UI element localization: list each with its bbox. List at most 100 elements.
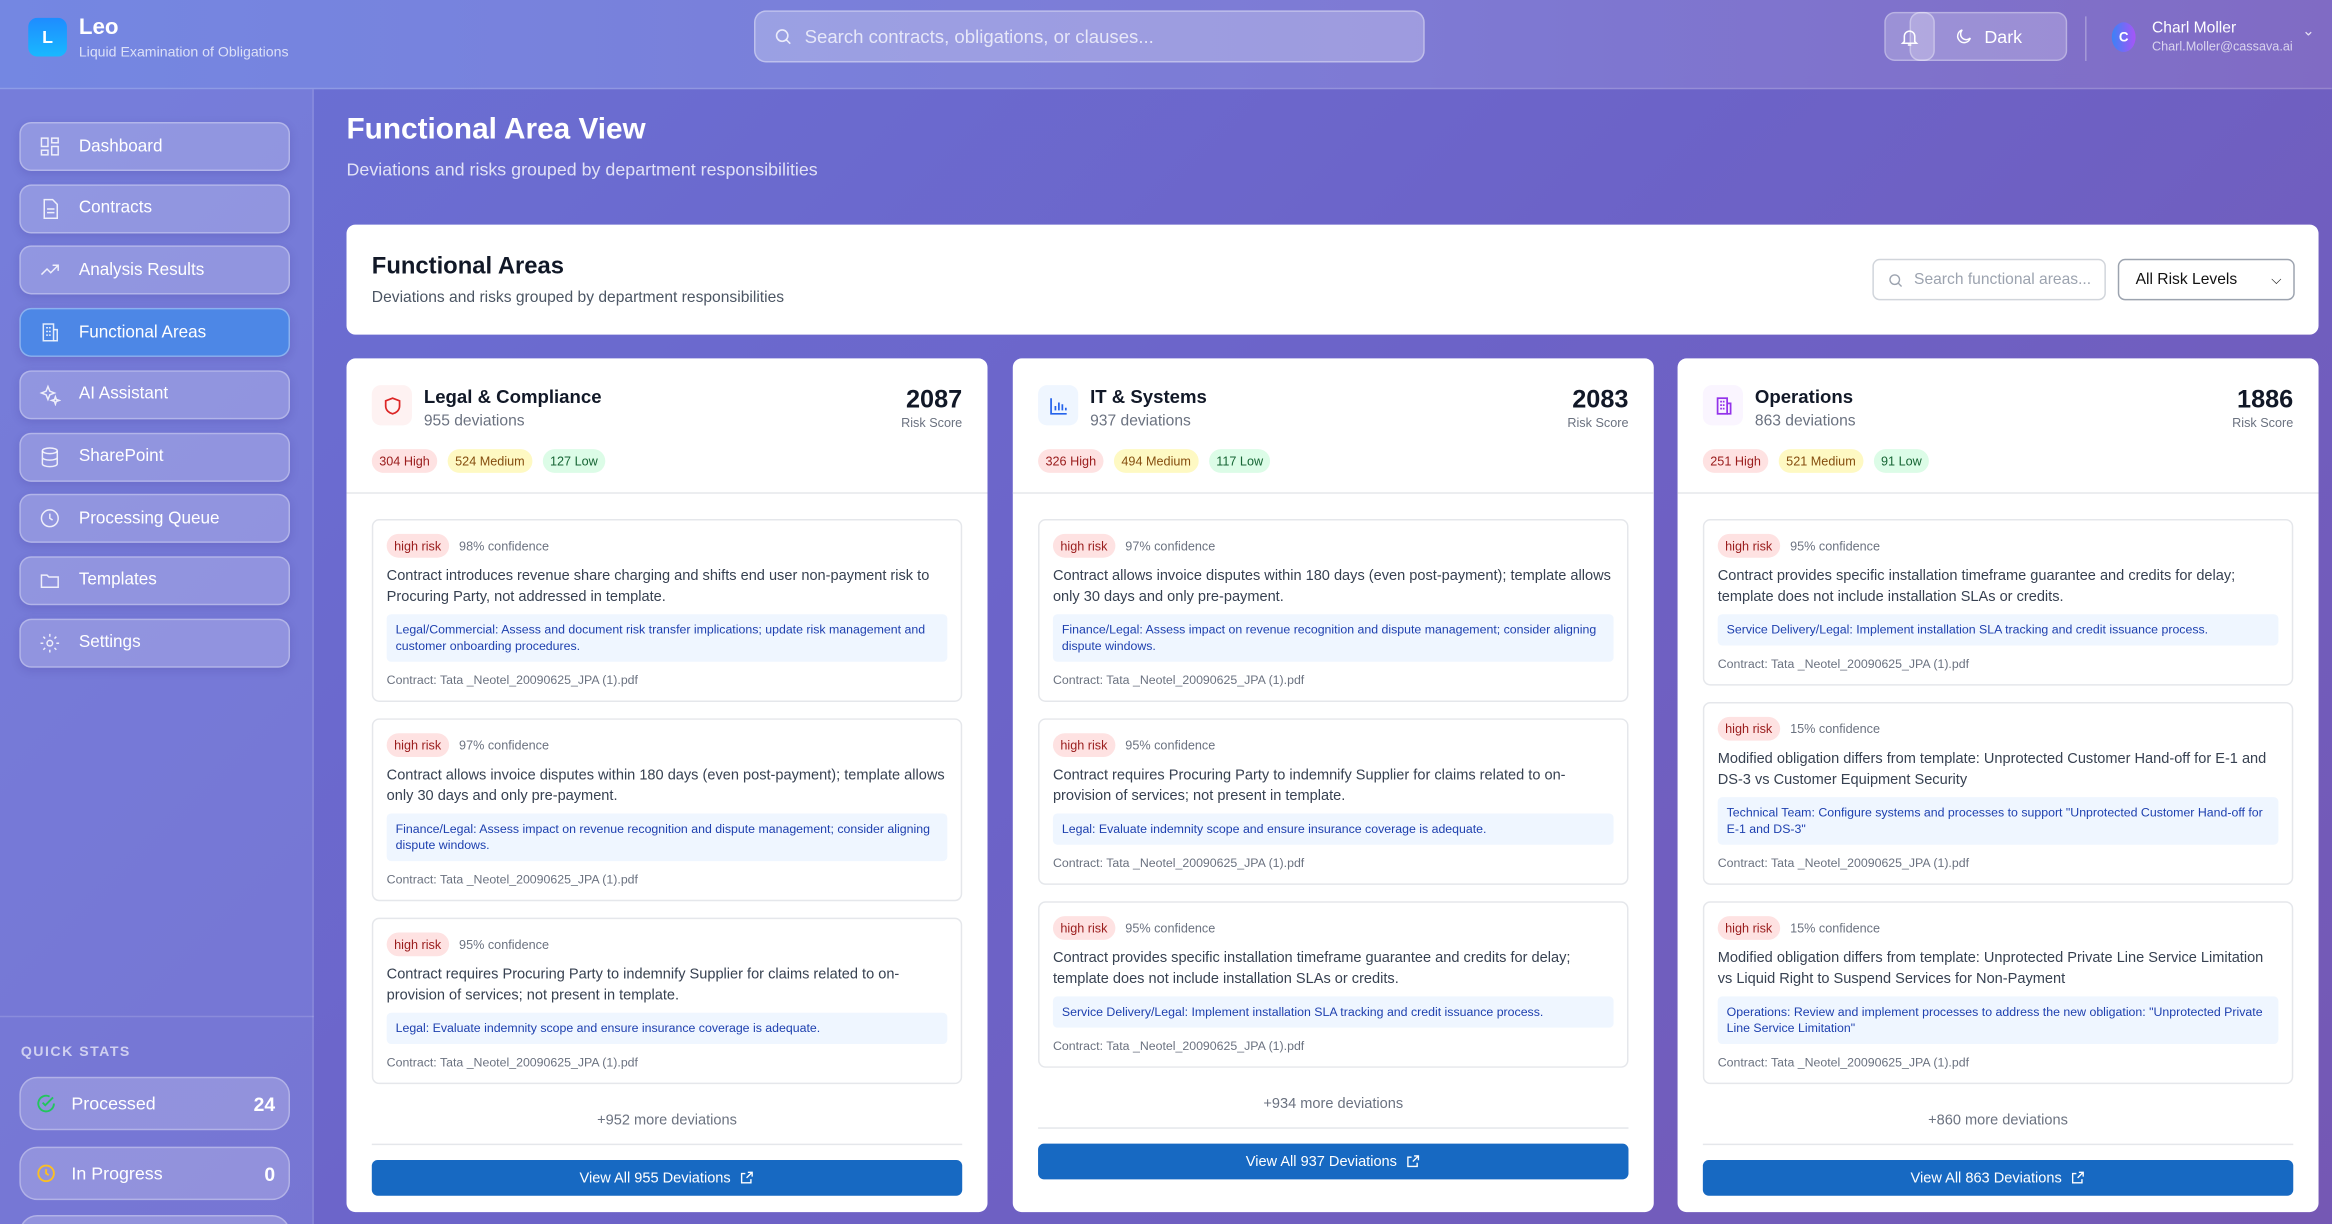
- app-subtitle: Liquid Examination of Obligations: [78, 44, 289, 61]
- page-subtitle: Deviations and risks grouped by departme…: [346, 159, 818, 180]
- stat-label: Processed: [71, 1093, 156, 1114]
- shield-icon: [384, 396, 400, 414]
- theme-toggle-button[interactable]: Dark: [1909, 11, 2068, 61]
- risk-level-tag: high risk: [386, 533, 449, 558]
- stat-value: 0: [264, 1162, 276, 1185]
- moon-icon: [1957, 29, 1972, 44]
- sidebar: Dashboard Contracts Analysis Results Fun…: [0, 89, 314, 1224]
- deviation-item[interactable]: high risk 95% confidence Contract provides…: [1038, 901, 1629, 1068]
- risk-score: 1886: [2237, 385, 2294, 414]
- clock-icon: [37, 1164, 55, 1183]
- area-deviation-count: 863 deviations: [1754, 411, 1856, 430]
- recommended-action: Service Delivery/Legal: Implement instal…: [1717, 614, 2279, 646]
- sidebar-divider: [0, 1015, 314, 1018]
- sidebar-item-label: Contracts: [78, 199, 153, 218]
- view-all-deviations-button[interactable]: View All 955 Deviations: [371, 1160, 963, 1196]
- view-all-deviations-button[interactable]: View All 937 Deviations: [1038, 1143, 1629, 1180]
- stat-processed: Processed 24: [19, 1076, 291, 1131]
- sidebar-item-contracts[interactable]: Contracts: [19, 183, 291, 234]
- dashboard-icon: [40, 137, 59, 156]
- deviation-list: high risk 95% confidence Contract provides…: [1678, 494, 2319, 1085]
- high-count-badge: 326 High: [1038, 449, 1104, 473]
- more-deviations-text: +860 more deviations: [1702, 1101, 2294, 1146]
- area-name: Legal & Compliance: [423, 386, 602, 408]
- deviation-item[interactable]: high risk 97% confidence Contract allows i…: [371, 718, 963, 902]
- global-search-input[interactable]: Search contracts, obligations, or clause…: [754, 10, 1425, 63]
- chevron-down-icon[interactable]: ⌄: [2302, 24, 2314, 40]
- sidebar-item-templates[interactable]: Templates: [19, 556, 291, 606]
- sidebar-item-label: Analysis Results: [78, 261, 205, 280]
- risk-level-tag: high risk: [1717, 533, 1780, 558]
- risk-score-label: Risk Score: [901, 414, 963, 430]
- risk-score: 2087: [905, 385, 963, 414]
- sidebar-item-sharepoint[interactable]: SharePoint: [19, 432, 291, 482]
- functional-area-card: IT & Systems 937 deviations 2083 Risk Sc…: [1012, 358, 1654, 1213]
- page-title: Functional Area View: [346, 113, 646, 146]
- deviation-list: high risk 97% confidence Contract allows i…: [1013, 494, 1654, 1068]
- area-header: IT & Systems 937 deviations 2083 Risk Sc…: [1012, 358, 1654, 494]
- risk-score-label: Risk Score: [1567, 414, 1629, 430]
- sidebar-item-processing-queue[interactable]: Processing Queue: [19, 494, 291, 544]
- contract-file: Contract: Tata _Neotel_20090625_JPA (1).…: [386, 871, 638, 887]
- confidence-text: 97% confidence: [459, 737, 550, 753]
- deviation-item[interactable]: high risk 95% confidence Contract requires…: [371, 917, 963, 1085]
- button-label: View All 955 Deviations: [579, 1169, 731, 1187]
- medium-count-badge: 521 Medium: [1778, 449, 1864, 473]
- confidence-text: 97% confidence: [1125, 538, 1216, 554]
- contract-file: Contract: Tata _Neotel_20090625_JPA (1).…: [1717, 655, 1970, 671]
- contract-file: Contract: Tata _Neotel_20090625_JPA (1).…: [1717, 1054, 1970, 1070]
- sidebar-item-analysis-results[interactable]: Analysis Results: [19, 245, 291, 296]
- clock-icon: [40, 509, 59, 528]
- check-circle-icon: [37, 1094, 55, 1113]
- user-email: Charl.Moller@cassava.ai: [2151, 38, 2293, 54]
- building-icon: [1715, 396, 1731, 414]
- sidebar-item-ai-assistant[interactable]: AI Assistant: [19, 370, 291, 420]
- deviation-item[interactable]: high risk 95% confidence Contract requires…: [1038, 718, 1629, 885]
- avatar[interactable]: C: [2111, 22, 2136, 53]
- header-divider: [2085, 16, 2087, 61]
- sidebar-item-label: AI Assistant: [78, 385, 169, 404]
- deviation-item[interactable]: high risk 95% confidence Contract provides…: [1702, 519, 2294, 686]
- recommended-action: Finance/Legal: Assess impact on revenue …: [386, 813, 948, 862]
- building-icon: [42, 323, 59, 342]
- confidence-text: 98% confidence: [459, 538, 550, 554]
- view-all-deviations-button[interactable]: View All 863 Deviations: [1702, 1160, 2294, 1196]
- low-count-badge: 117 Low: [1208, 449, 1271, 473]
- medium-count-badge: 494 Medium: [1113, 449, 1199, 473]
- search-icon: [1889, 273, 1903, 287]
- recommended-action: Technical Team: Configure systems and pr…: [1717, 797, 2279, 845]
- risk-level-select[interactable]: All Risk Levels ⌵: [2117, 258, 2295, 301]
- area-icon: [371, 385, 412, 426]
- deviation-description: Contract provides specific installation …: [1052, 950, 1571, 987]
- low-count-badge: 127 Low: [542, 449, 606, 473]
- confidence-text: 95% confidence: [1125, 737, 1216, 753]
- deviation-description: Contract introduces revenue share chargi…: [386, 568, 930, 605]
- deviation-item[interactable]: high risk 97% confidence Contract allows i…: [1038, 519, 1629, 702]
- button-label: View All 937 Deviations: [1245, 1153, 1397, 1170]
- risk-level-tag: high risk: [1717, 716, 1780, 741]
- deviation-item[interactable]: high risk 15% confidence Modified obligati…: [1702, 701, 2294, 885]
- risk-level-tag: high risk: [1717, 916, 1780, 940]
- app-name: Leo: [78, 14, 119, 41]
- more-deviations-text: +952 more deviations: [371, 1101, 963, 1146]
- functional-area-card: Operations 863 deviations 1886 Risk Scor…: [1677, 358, 2319, 1213]
- sidebar-item-dashboard[interactable]: Dashboard: [19, 121, 291, 172]
- stat-in-progress: In Progress 0: [19, 1146, 291, 1201]
- area-header: Operations 863 deviations 1886 Risk Scor…: [1677, 358, 2319, 494]
- deviation-item[interactable]: high risk 98% confidence Contract introduc…: [371, 519, 963, 702]
- contract-file: Contract: Tata _Neotel_20090625_JPA (1).…: [386, 672, 638, 688]
- deviation-item[interactable]: high risk 15% confidence Modified obligati…: [1702, 901, 2294, 1085]
- risk-level-tag: high risk: [1052, 533, 1115, 558]
- confidence-text: 95% confidence: [1125, 920, 1216, 936]
- functional-area-search-input[interactable]: Search functional areas...: [1872, 258, 2106, 301]
- sidebar-item-settings[interactable]: Settings: [19, 618, 291, 668]
- risk-level-tag: high risk: [1052, 916, 1115, 940]
- sidebar-item-functional-areas[interactable]: Functional Areas: [19, 307, 291, 358]
- user-name: Charl Moller: [2151, 19, 2237, 38]
- deviation-list: high risk 98% confidence Contract introduc…: [347, 494, 988, 1085]
- sparkles-icon: [39, 384, 61, 406]
- confidence-text: 95% confidence: [459, 936, 550, 952]
- theme-label: Dark: [1984, 26, 2023, 47]
- database-icon: [41, 446, 59, 467]
- deviation-description: Contract allows invoice disputes within …: [1052, 568, 1611, 605]
